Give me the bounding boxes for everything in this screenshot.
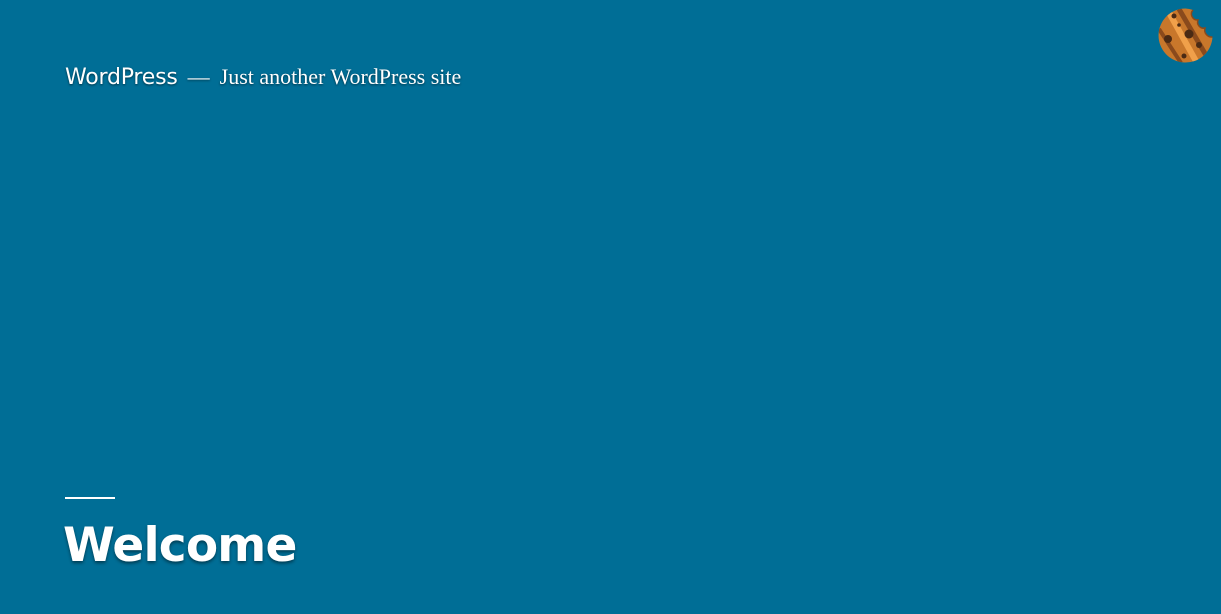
cookie-consent-button[interactable] — [1157, 7, 1214, 64]
title-divider — [65, 497, 115, 499]
site-title-link[interactable]: WordPress — [65, 65, 178, 90]
page-title: Welcome — [63, 518, 297, 573]
title-separator: — — [187, 64, 210, 89]
site-branding: WordPress — Just another WordPress site — [65, 64, 461, 90]
cookie-icon — [1158, 8, 1213, 63]
site-description: Just another WordPress site — [219, 64, 462, 89]
